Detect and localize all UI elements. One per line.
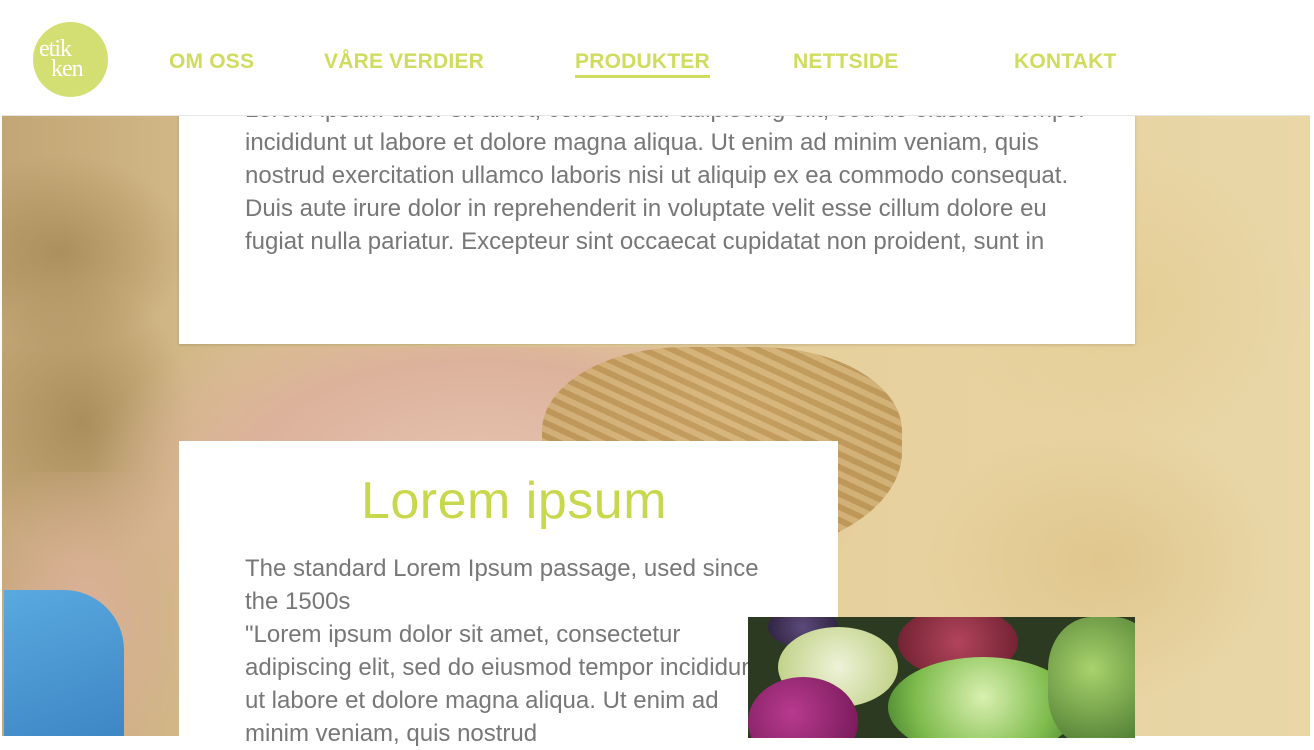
intro-text: Lorem ipsum dolor sit amet, consectetur … xyxy=(245,96,1087,255)
logo-text-line2: ken xyxy=(51,56,84,82)
logo[interactable]: etik ken xyxy=(33,22,108,97)
section-heading: Lorem ipsum xyxy=(360,472,668,530)
veg-shape xyxy=(1048,617,1135,738)
top-navbar: etik ken OM OSS VÅRE VERDIER PRODUKTER N… xyxy=(2,2,1310,116)
sleeve-shape xyxy=(4,590,124,736)
lorem-card: Lorem ipsum The standard Lorem Ipsum pas… xyxy=(179,441,838,747)
vegetables-image xyxy=(748,617,1135,738)
section-subtitle: The standard Lorem Ipsum passage, used s… xyxy=(245,555,759,615)
nav-item-vare-verdier[interactable]: VÅRE VERDIER xyxy=(324,50,484,74)
section-body: "Lorem ipsum dolor sit amet, consectetur… xyxy=(245,621,762,747)
nav-item-nettside[interactable]: NETTSIDE xyxy=(793,50,898,74)
nav-item-kontakt[interactable]: KONTAKT xyxy=(1014,50,1117,74)
nav-item-om-oss[interactable]: OM OSS xyxy=(169,50,254,74)
nav-item-produkter[interactable]: PRODUKTER xyxy=(575,50,710,78)
